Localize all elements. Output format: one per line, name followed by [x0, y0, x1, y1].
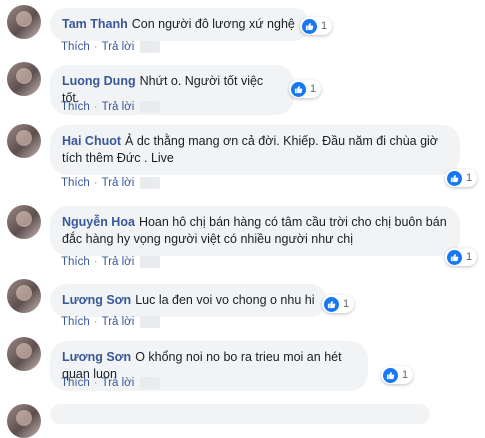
comment-actions: Thích · Trả lời — [61, 316, 161, 328]
comment-author[interactable]: Lương Sơn — [62, 293, 131, 307]
reaction-number: 1 — [310, 83, 317, 95]
reaction-number: 1 — [402, 369, 409, 381]
avatar[interactable] — [7, 124, 41, 158]
comment-actions: Thích · Trả lời — [61, 177, 161, 189]
comment-author[interactable]: Hai Chuot — [62, 134, 121, 148]
timestamp-blurred — [140, 101, 161, 113]
timestamp-blurred — [140, 256, 161, 268]
comment-author[interactable]: Lương Sơn — [62, 350, 131, 364]
reply-link[interactable]: Trả lời — [102, 101, 135, 113]
comment-author[interactable]: Nguyễn Hoa — [62, 215, 135, 229]
comment-actions: Thích · Trả lời — [61, 377, 161, 389]
reaction-number: 1 — [343, 298, 350, 310]
reaction-number: 1 — [466, 251, 473, 263]
reply-link[interactable]: Trả lời — [102, 377, 135, 389]
comment-actions: Thích · Trả lời — [61, 41, 161, 53]
comment-author[interactable]: Luong Dung — [62, 74, 136, 88]
reaction-count[interactable]: 1 — [322, 295, 355, 313]
avatar[interactable] — [7, 205, 41, 239]
comment-bubble: Lương Sơn Luc la đen voi vo chong o nhu h… — [50, 284, 327, 317]
timestamp-blurred — [140, 377, 161, 389]
comment-author[interactable]: Tam Thanh — [62, 17, 128, 31]
avatar[interactable] — [7, 62, 41, 96]
comment-actions: Thích · Trả lời — [61, 101, 161, 113]
comment-text: Con người đô lương xứ nghệ — [131, 17, 295, 31]
reaction-count[interactable]: 1 — [445, 248, 478, 266]
avatar[interactable] — [7, 404, 41, 438]
comment-bubble-cut-off — [50, 404, 430, 424]
like-link[interactable]: Thích — [61, 177, 90, 189]
timestamp-blurred — [140, 316, 161, 328]
avatar[interactable] — [7, 279, 41, 313]
comment-text: Luc la đen voi vo chong o nhu hi — [135, 293, 315, 307]
timestamp-blurred — [140, 177, 161, 189]
thumbs-up-icon — [302, 18, 317, 34]
like-link[interactable]: Thích — [61, 256, 90, 268]
reply-link[interactable]: Trả lời — [102, 256, 135, 268]
avatar[interactable] — [7, 337, 41, 371]
reply-link[interactable]: Trả lời — [102, 316, 135, 328]
like-link[interactable]: Thích — [61, 377, 90, 389]
reaction-count[interactable]: 1 — [289, 80, 322, 98]
thumbs-up-icon — [324, 296, 339, 312]
comment-bubble: Nguyễn Hoa Hoan hô chị bán hàng có tâm cầ… — [50, 206, 460, 256]
thumbs-up-icon — [383, 367, 398, 383]
reaction-count[interactable]: 1 — [300, 17, 333, 35]
reply-link[interactable]: Trả lời — [102, 177, 135, 189]
reaction-count[interactable]: 1 — [445, 169, 478, 187]
like-link[interactable]: Thích — [61, 41, 90, 53]
timestamp-blurred — [140, 41, 161, 53]
reply-link[interactable]: Trả lời — [102, 41, 135, 53]
comment-actions: Thích · Trả lời — [61, 256, 161, 268]
thumbs-up-icon — [447, 249, 462, 265]
thumbs-up-icon — [447, 170, 462, 186]
reaction-number: 1 — [466, 172, 473, 184]
reaction-number: 1 — [321, 20, 328, 32]
thumbs-up-icon — [291, 81, 306, 97]
avatar[interactable] — [7, 5, 41, 39]
comment-bubble: Tam Thanh Con người đô lương xứ nghệ — [50, 8, 310, 41]
comment-bubble: Hai Chuot Ả dc thằng mang ơn cả đời. Khiế… — [50, 125, 460, 175]
like-link[interactable]: Thích — [61, 316, 90, 328]
like-link[interactable]: Thích — [61, 101, 90, 113]
reaction-count[interactable]: 1 — [381, 366, 414, 384]
